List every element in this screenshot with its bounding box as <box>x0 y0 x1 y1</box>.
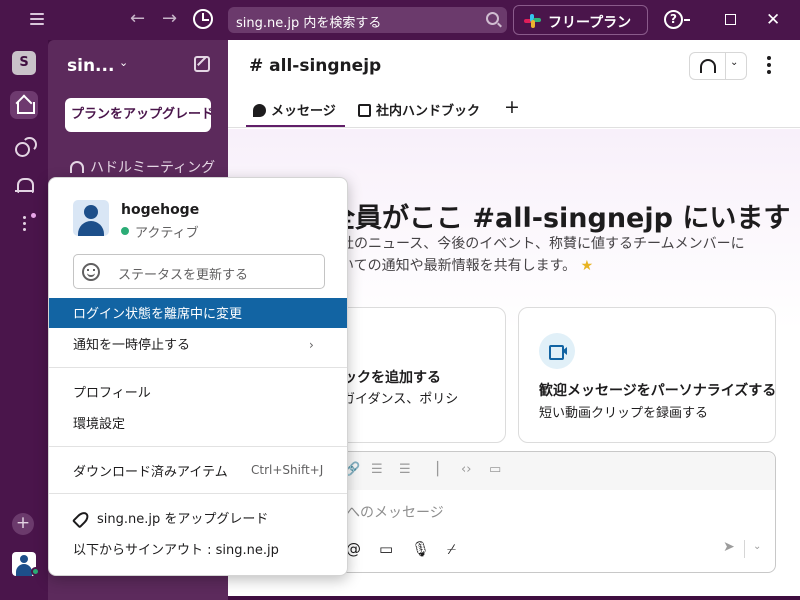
canvas-icon <box>358 104 371 117</box>
user-name: hogehoge <box>121 202 200 218</box>
welcome-line: いての通知や最新情報を共有します。 <box>340 258 577 274</box>
chevron-down-icon[interactable]: ⌄ <box>753 541 761 552</box>
mention-icon[interactable]: @ <box>346 540 361 558</box>
sidebar-item-label: ハドルミーティング <box>90 160 216 176</box>
ordered-list-icon[interactable]: ☰ <box>371 462 383 477</box>
chevron-down-icon[interactable]: ⌄ <box>119 56 128 69</box>
channel-tabs: メッセージ 社内ハンドブック + <box>228 95 800 128</box>
star-icon: ★ <box>580 258 594 274</box>
search-bar[interactable]: sing.ne.jp 内を検索する <box>228 7 507 33</box>
close-window-icon[interactable]: ✕ <box>766 10 780 30</box>
message-input[interactable]: へのメッセージ <box>346 502 444 522</box>
more-options-icon[interactable] <box>765 56 773 76</box>
chevron-down-icon[interactable]: ⌄ <box>730 57 738 68</box>
divider <box>49 493 347 494</box>
more-notification-dot <box>31 213 36 218</box>
divider <box>49 446 347 447</box>
menu-item-label: sing.ne.jp をアップグレード <box>97 512 269 527</box>
chevron-right-icon: › <box>309 338 314 352</box>
workspace-switcher-badge[interactable]: S <box>12 51 36 75</box>
microphone-icon[interactable]: 🎙 <box>411 540 430 558</box>
blockquote-icon[interactable]: ▏ <box>437 462 447 477</box>
home-icon[interactable] <box>10 91 38 119</box>
add-workspace-button[interactable]: + <box>12 513 34 535</box>
hamburger-menu-icon[interactable] <box>30 13 44 27</box>
history-clock-icon[interactable] <box>193 9 213 29</box>
welcome-description: 社のニュース、今後のイベント、称賛に値するチームメンバーに いての通知や最新情報… <box>340 233 745 277</box>
search-icon <box>486 12 499 25</box>
search-input-label: sing.ne.jp 内を検索する <box>236 16 382 31</box>
message-composer[interactable]: 🔗 ☰ ☰ ▏ ‹› ▭ へのメッセージ @ ▭ 🎙 ⌿ ➤ ⌄ <box>318 451 776 573</box>
menu-item-sign-out[interactable]: 以下からサインアウト : sing.ne.jp <box>73 539 279 558</box>
divider <box>744 540 745 558</box>
maximize-window-button[interactable] <box>725 14 736 25</box>
status-update-input[interactable]: ステータスを更新する <box>73 254 325 289</box>
add-tab-button[interactable]: + <box>504 96 520 118</box>
code-block-icon[interactable]: ▭ <box>489 462 501 477</box>
back-arrow-icon[interactable]: ← <box>130 9 145 29</box>
help-dropdown-indicator <box>684 19 690 21</box>
code-icon[interactable]: ‹› <box>461 462 471 477</box>
presence-active-dot <box>31 567 40 576</box>
personalize-welcome-card[interactable]: 歓迎メッセージをパーソナライズする 短い動画クリップを録画する <box>518 307 776 443</box>
free-plan-button[interactable]: フリープラン <box>513 5 648 35</box>
help-icon[interactable]: ? <box>664 10 683 29</box>
slack-logo-icon <box>524 14 541 28</box>
user-menu-popup: hogehoge アクティブ ステータスを更新する ログイン状態を離席中に変更 … <box>48 177 348 576</box>
free-plan-label: フリープラン <box>548 15 632 31</box>
tab-messages[interactable]: メッセージ <box>253 100 336 119</box>
upgrade-plan-button[interactable]: プランをアップグレード <box>65 98 211 132</box>
welcome-title: 全員がここ #all-singnejp にいます <box>328 203 791 234</box>
welcome-line: 社のニュース、今後のイベント、称賛に値するチームメンバーに <box>340 236 745 252</box>
workspace-name[interactable]: sin... <box>67 56 114 76</box>
tab-label: 社内ハンドブック <box>376 104 481 119</box>
shortcuts-icon[interactable]: ⌿ <box>447 540 456 558</box>
active-tab-indicator <box>246 125 345 127</box>
smiley-icon <box>82 263 100 281</box>
sidebar-item-huddles[interactable]: ハドルミーティング <box>70 157 215 177</box>
activity-bell-icon[interactable] <box>14 176 34 196</box>
video-icon <box>539 333 575 369</box>
huddle-button[interactable]: ⌄ <box>689 52 747 80</box>
card-subtitle: 、ガイダンス、ポリシ <box>329 392 459 407</box>
compose-icon[interactable] <box>194 56 210 72</box>
video-clip-icon[interactable]: ▭ <box>379 540 393 558</box>
bulleted-list-icon[interactable]: ☰ <box>399 462 411 477</box>
divider <box>49 367 347 368</box>
menu-item-preferences[interactable]: 環境設定 <box>73 413 125 432</box>
message-icon <box>253 104 266 117</box>
title-bar: ← → sing.ne.jp 内を検索する フリープラン ? ✕ <box>0 0 800 40</box>
presence-active-dot <box>121 227 129 235</box>
rocket-icon <box>73 511 87 525</box>
menu-item-profile[interactable]: プロフィール <box>73 382 151 401</box>
direct-messages-icon[interactable] <box>14 136 37 157</box>
card-title: 歓迎メッセージをパーソナライズする <box>539 383 777 399</box>
headphones-icon <box>70 161 84 173</box>
downloads-shortcut: Ctrl+Shift+J <box>251 463 324 477</box>
user-avatar <box>73 200 109 236</box>
menu-item-upgrade[interactable]: sing.ne.jp をアップグレード <box>73 508 268 527</box>
forward-arrow-icon[interactable]: → <box>162 9 177 29</box>
menu-item-pause-notifications[interactable]: 通知を一時停止する <box>73 334 190 353</box>
send-icon[interactable]: ➤ <box>723 539 735 555</box>
divider <box>725 53 726 79</box>
card-subtitle: 短い動画クリップを録画する <box>539 406 709 421</box>
tab-handbook[interactable]: 社内ハンドブック <box>358 100 480 119</box>
menu-item-label: ログイン状態を離席中に変更 <box>73 307 243 322</box>
tab-label: メッセージ <box>271 104 336 119</box>
formatting-toolbar: 🔗 ☰ ☰ ▏ ‹› ▭ <box>319 452 775 490</box>
presence-status: アクティブ <box>135 226 199 241</box>
status-placeholder: ステータスを更新する <box>118 268 249 283</box>
channel-title[interactable]: # all-singnejp <box>249 56 381 76</box>
menu-item-downloads[interactable]: ダウンロード済みアイテム <box>73 461 228 480</box>
headphones-icon <box>700 59 716 73</box>
